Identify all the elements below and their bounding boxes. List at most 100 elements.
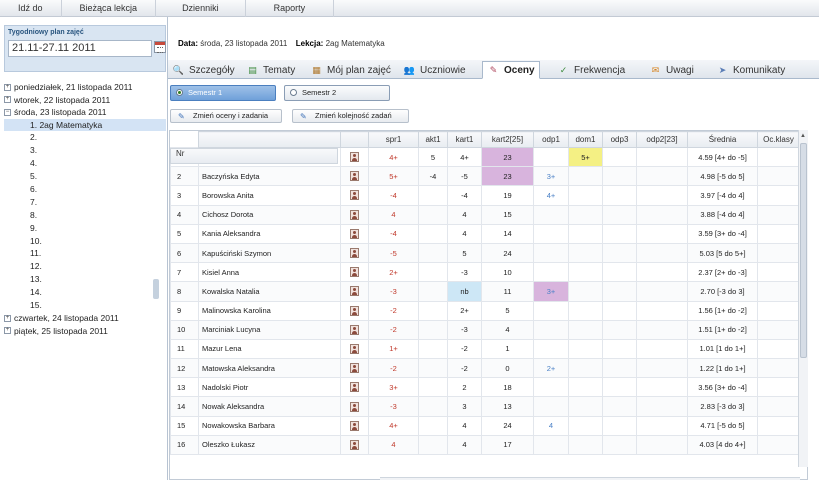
grade-cell-spr1[interactable]: -2: [368, 358, 419, 379]
student-avatar-icon[interactable]: [350, 228, 359, 239]
avatar-cell[interactable]: [340, 396, 369, 417]
grade-cell-kart1[interactable]: 2: [447, 377, 482, 398]
grade-cell-odp3[interactable]: [602, 204, 637, 225]
class-grade-cell[interactable]: [757, 319, 800, 340]
grade-cell-kart2[interactable]: 19: [481, 185, 534, 206]
grade-cell-dom1[interactable]: [568, 185, 603, 206]
grade-cell-dom1[interactable]: [568, 377, 603, 398]
grade-cell-kart1[interactable]: 3: [447, 396, 482, 417]
student-name-cell[interactable]: Borowska Anita: [198, 185, 341, 206]
tree-day-item[interactable]: − środa, 23 listopada 2011: [4, 106, 166, 119]
avatar-cell[interactable]: [340, 242, 369, 264]
grade-cell-kart2[interactable]: 14: [481, 223, 534, 244]
grade-cell-odp3[interactable]: [602, 166, 637, 187]
student-avatar-icon[interactable]: [350, 439, 359, 450]
grade-cell-odp3[interactable]: [602, 262, 637, 283]
table-row[interactable]: 11 Mazur Lena 1+ -2 1 1.01 [1 do 1+]: [170, 338, 800, 360]
student-name-cell[interactable]: Baczyńska Edyta: [198, 166, 341, 187]
grade-cell-kart2[interactable]: 23: [481, 166, 534, 187]
student-name-cell[interactable]: Kisiel Anna: [198, 262, 341, 283]
tree-lesson-item[interactable]: 5.: [4, 170, 166, 183]
grade-cell-kart2[interactable]: 23: [481, 146, 534, 168]
avatar-cell[interactable]: [340, 338, 369, 360]
expand-toggle-icon[interactable]: +: [4, 327, 11, 335]
tree-lesson-item[interactable]: 6.: [4, 183, 166, 196]
panel-splitter-handle[interactable]: [153, 279, 159, 299]
expand-toggle-icon[interactable]: +: [4, 314, 11, 322]
table-row[interactable]: 8 Kowalska Natalia -3 nb 11 3+ 2.70 [-3 do 3]: [170, 281, 800, 302]
student-avatar-icon[interactable]: [350, 305, 359, 316]
grade-cell-odp1[interactable]: 4: [533, 415, 569, 436]
table-row[interactable]: 16 Oleszko Łukasz 4 4 17 4.03 [4 do 4+]: [170, 434, 800, 456]
grade-cell-odp2[interactable]: [636, 204, 688, 225]
student-avatar-icon[interactable]: [350, 324, 359, 335]
grade-cell-dom1[interactable]: [568, 223, 603, 244]
avatar-cell[interactable]: [340, 434, 369, 456]
grade-cell-odp3[interactable]: [602, 223, 637, 244]
student-avatar-icon[interactable]: [350, 267, 359, 278]
expand-toggle-icon[interactable]: −: [4, 108, 11, 116]
grade-cell-odp2[interactable]: [636, 319, 688, 340]
class-grade-cell[interactable]: [757, 415, 800, 436]
grade-cell-odp2[interactable]: [636, 223, 688, 244]
student-avatar-icon[interactable]: [350, 171, 359, 182]
grade-cell-akt1[interactable]: [418, 300, 448, 321]
grade-cell-odp3[interactable]: [602, 281, 637, 302]
grade-cell-spr1[interactable]: -4: [368, 223, 419, 244]
class-grade-cell[interactable]: [757, 434, 800, 456]
grade-cell-odp3[interactable]: [602, 377, 637, 398]
grade-cell-akt1[interactable]: [418, 242, 448, 264]
tree-lesson-item[interactable]: 7.: [4, 196, 166, 209]
grade-cell-odp2[interactable]: [636, 300, 688, 321]
student-avatar-icon[interactable]: [350, 190, 359, 201]
grade-cell-kart2[interactable]: 18: [481, 377, 534, 398]
grade-cell-spr1[interactable]: 2+: [368, 262, 419, 283]
grade-cell-kart2[interactable]: 0: [481, 358, 534, 379]
calendar-icon[interactable]: [154, 41, 166, 53]
tree-lesson-item[interactable]: 11.: [4, 247, 166, 260]
grade-cell-kart2[interactable]: 17: [481, 434, 534, 456]
student-name-cell[interactable]: Kapuściński Szymon: [198, 242, 341, 264]
grade-cell-kart1[interactable]: 4+: [447, 146, 482, 168]
table-row[interactable]: 7 Kisiel Anna 2+ -3 10 2.37 [2+ do -3]: [170, 262, 800, 283]
week-range-field[interactable]: 21.11-27.11 2011: [8, 40, 152, 57]
student-avatar-icon[interactable]: [350, 363, 359, 374]
grade-cell-dom1[interactable]: [568, 166, 603, 187]
grade-cell-akt1[interactable]: [418, 338, 448, 360]
grade-cell-odp2[interactable]: [636, 262, 688, 283]
grade-cell-dom1[interactable]: [568, 434, 603, 456]
student-avatar-icon[interactable]: [350, 286, 359, 297]
table-row[interactable]: 6 Kapuściński Szymon -5 5 24 5.03 [5 do 5+]: [170, 242, 800, 264]
grade-cell-odp1[interactable]: [533, 300, 569, 321]
tree-day-item[interactable]: + wtorek, 22 listopada 2011: [4, 94, 166, 107]
class-grade-cell[interactable]: [757, 358, 800, 379]
table-row[interactable]: 14 Nowak Aleksandra -3 3 13 2.83 [-3 do 3]: [170, 396, 800, 417]
grade-cell-odp1[interactable]: 4+: [533, 185, 569, 206]
grade-cell-spr1[interactable]: 4+: [368, 415, 419, 436]
student-avatar-icon[interactable]: [350, 382, 359, 393]
grade-cell-dom1[interactable]: 5+: [568, 146, 603, 168]
avatar-cell[interactable]: [340, 358, 369, 379]
student-avatar-icon[interactable]: [350, 209, 359, 220]
grade-cell-odp3[interactable]: [602, 338, 637, 360]
class-grade-cell[interactable]: [757, 185, 800, 206]
grade-cell-akt1[interactable]: 5: [418, 146, 448, 168]
student-name-cell[interactable]: Nadolski Piotr: [198, 377, 341, 398]
vertical-scroll-thumb[interactable]: [800, 143, 807, 358]
grade-cell-kart2[interactable]: 10: [481, 262, 534, 283]
tree-lesson-item[interactable]: 14.: [4, 286, 166, 299]
tab-magnifier[interactable]: 🔍 Szczegóły: [168, 61, 239, 79]
avatar-cell[interactable]: [340, 300, 369, 321]
grade-cell-odp3[interactable]: [602, 319, 637, 340]
grade-cell-odp2[interactable]: [636, 242, 688, 264]
grade-cell-akt1[interactable]: [418, 185, 448, 206]
grade-cell-kart2[interactable]: 24: [481, 242, 534, 264]
grade-cell-odp2[interactable]: [636, 185, 688, 206]
tab-book[interactable]: ▤ Tematy: [242, 61, 299, 79]
grade-cell-spr1[interactable]: -2: [368, 300, 419, 321]
grade-cell-odp3[interactable]: [602, 415, 637, 436]
grade-cell-odp1[interactable]: [533, 338, 569, 360]
menu-goto[interactable]: Idź do: [0, 0, 62, 17]
avatar-cell[interactable]: [340, 262, 369, 283]
grade-cell-akt1[interactable]: [418, 396, 448, 417]
